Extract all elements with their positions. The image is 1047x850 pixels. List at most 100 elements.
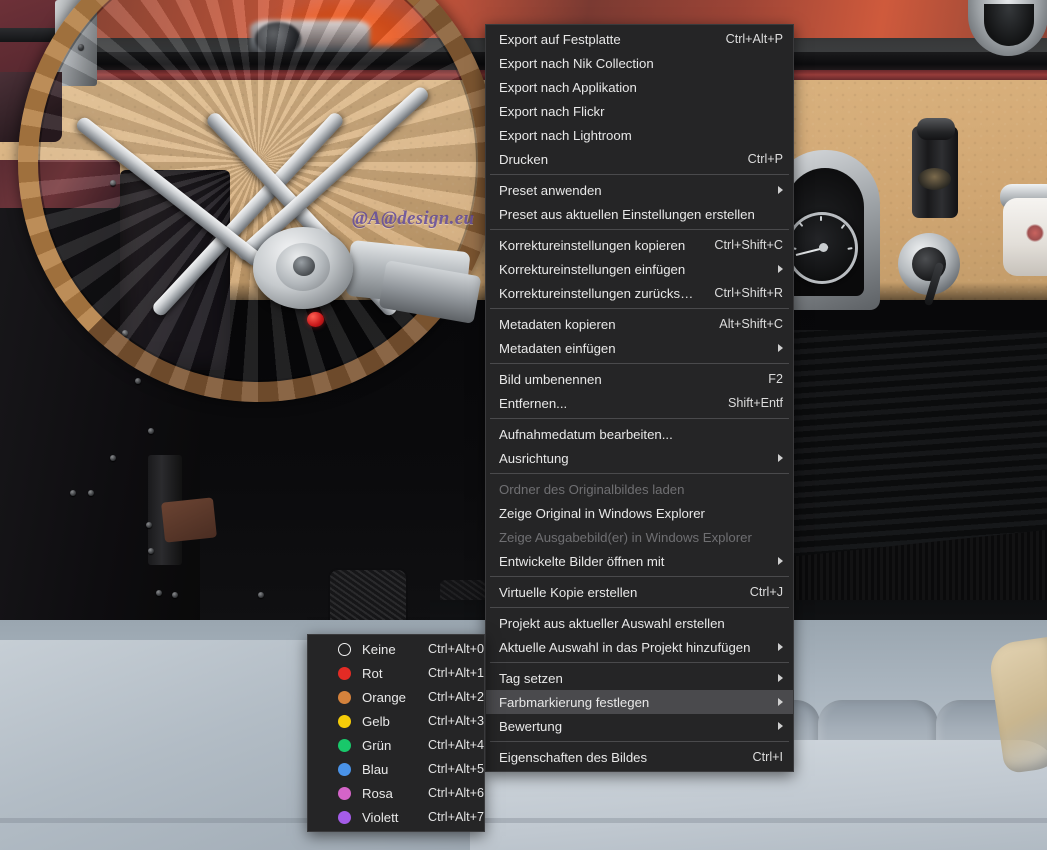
menu-item[interactable]: Preset anwenden: [486, 178, 793, 202]
menu-item-label: Export nach Flickr: [499, 103, 605, 119]
color-label-name: Keine: [362, 641, 396, 657]
context-menu[interactable]: Export auf Festplatte Ctrl+Alt+P Export na…: [485, 24, 794, 772]
menu-item[interactable]: Korrektureinstellungen zurücksetzen Ctrl+…: [486, 281, 793, 305]
menu-item-label: Eigenschaften des Bildes: [499, 749, 648, 765]
chevron-right-icon: [778, 186, 783, 194]
menu-item[interactable]: Aufnahmedatum bearbeiten...: [486, 422, 793, 446]
menu-item[interactable]: Entfernen... Shift+Entf: [486, 391, 793, 415]
menu-item[interactable]: Export auf Festplatte Ctrl+Alt+P: [486, 27, 793, 51]
menu-item[interactable]: Farbmarkierung festlegen: [486, 690, 793, 714]
color-dot-icon: [338, 810, 351, 824]
color-label-shortcut: Ctrl+Alt+0: [428, 642, 484, 656]
menu-separator: [490, 607, 789, 608]
screenshot-stage: @A@design.eu Export auf Festplatte Ctrl+A…: [0, 0, 1047, 850]
menu-item[interactable]: Korrektureinstellungen kopieren Ctrl+Shif…: [486, 233, 793, 257]
color-dot-icon: [338, 762, 351, 776]
color-label-submenu[interactable]: Keine Ctrl+Alt+0 Rot Ctrl+Alt+1 Orange Ctrl+A…: [307, 634, 485, 832]
menu-separator: [490, 308, 789, 309]
color-label-name: Rot: [362, 665, 383, 681]
gauge-tick: [820, 216, 822, 221]
menu-item[interactable]: Export nach Flickr: [486, 99, 793, 123]
color-label-item[interactable]: Rosa Ctrl+Alt+6: [308, 781, 484, 805]
menu-item-shortcut: Alt+Shift+C: [719, 317, 783, 331]
color-label-shortcut: Ctrl+Alt+3: [428, 714, 484, 728]
menu-item: Ordner des Originalbildes laden: [486, 477, 793, 501]
rivet: [148, 428, 154, 434]
menu-separator: [490, 741, 789, 742]
color-dot-icon: [338, 714, 351, 728]
menu-separator: [490, 662, 789, 663]
menu-separator: [490, 174, 789, 175]
steering-wheel-hub-core: [293, 256, 315, 276]
menu-item-label: Export nach Lightroom: [499, 127, 632, 143]
chevron-right-icon: [778, 454, 783, 462]
menu-separator: [490, 576, 789, 577]
menu-item[interactable]: Metadaten kopieren Alt+Shift+C: [486, 312, 793, 336]
menu-item-shortcut: Ctrl+Alt+P: [725, 32, 783, 46]
chevron-right-icon: [778, 698, 783, 706]
menu-item[interactable]: Projekt aus aktueller Auswahl erstellen: [486, 611, 793, 635]
color-dot-icon: [338, 738, 351, 752]
menu-item[interactable]: Preset aus aktuellen Einstellungen erste…: [486, 202, 793, 226]
menu-item[interactable]: Export nach Applikation: [486, 75, 793, 99]
color-label-item[interactable]: Gelb Ctrl+Alt+3: [308, 709, 484, 733]
menu-item[interactable]: Virtuelle Kopie erstellen Ctrl+J: [486, 580, 793, 604]
enamel-dial-marking: [1026, 224, 1044, 242]
rivet: [258, 592, 264, 598]
black-pull-knob-ring: [918, 168, 951, 190]
menu-item[interactable]: Drucken Ctrl+P: [486, 147, 793, 171]
menu-item[interactable]: Bewertung: [486, 714, 793, 738]
color-label-item[interactable]: Rot Ctrl+Alt+1: [308, 661, 484, 685]
color-dot-icon: [338, 786, 351, 800]
chevron-right-icon: [778, 722, 783, 730]
menu-item-label: Virtuelle Kopie erstellen: [499, 584, 638, 600]
color-label-shortcut: Ctrl+Alt+2: [428, 690, 484, 704]
menu-separator: [490, 229, 789, 230]
color-dot-icon: [338, 690, 351, 704]
chevron-right-icon: [778, 674, 783, 682]
menu-item: Zeige Ausgabebild(er) in Windows Explore…: [486, 525, 793, 549]
menu-item[interactable]: Aktuelle Auswahl in das Projekt hinzufüg…: [486, 635, 793, 659]
color-label-name: Gelb: [362, 713, 390, 729]
seat-seam: [0, 818, 1047, 823]
rivet: [156, 590, 162, 596]
color-label-item[interactable]: Orange Ctrl+Alt+2: [308, 685, 484, 709]
menu-item-label: Bewertung: [499, 718, 563, 734]
rivet: [172, 592, 178, 598]
rivet: [70, 490, 76, 496]
color-label-item[interactable]: Keine Ctrl+Alt+0: [308, 637, 484, 661]
menu-separator: [490, 418, 789, 419]
menu-item[interactable]: Tag setzen: [486, 666, 793, 690]
red-indicator-light: [307, 312, 324, 327]
color-label-shortcut: Ctrl+Alt+5: [428, 762, 484, 776]
rivet: [148, 548, 154, 554]
menu-item-shortcut: Shift+Entf: [728, 396, 783, 410]
gauge-needle-hub: [819, 243, 828, 252]
menu-item[interactable]: Entwickelte Bilder öffnen mit: [486, 549, 793, 573]
color-label-name: Rosa: [362, 785, 393, 801]
menu-item[interactable]: Zeige Original in Windows Explorer: [486, 501, 793, 525]
menu-item-label: Farbmarkierung festlegen: [499, 694, 650, 710]
rivet: [146, 522, 152, 528]
menu-item[interactable]: Ausrichtung: [486, 446, 793, 470]
leather-strap: [161, 497, 217, 543]
menu-item-shortcut: Ctrl+Shift+R: [714, 286, 783, 300]
rivet: [135, 378, 141, 384]
menu-item-label: Ordner des Originalbildes laden: [499, 481, 685, 497]
menu-item[interactable]: Eigenschaften des Bildes Ctrl+I: [486, 745, 793, 769]
color-label-item[interactable]: Grün Ctrl+Alt+4: [308, 733, 484, 757]
menu-item-label: Preset anwenden: [499, 182, 602, 198]
menu-item-label: Projekt aus aktueller Auswahl erstellen: [499, 615, 725, 631]
empty-circle-icon: [338, 642, 351, 656]
menu-item[interactable]: Export nach Nik Collection: [486, 51, 793, 75]
menu-item[interactable]: Export nach Lightroom: [486, 123, 793, 147]
black-pull-knob-head: [917, 118, 955, 140]
menu-item-label: Ausrichtung: [499, 450, 569, 466]
menu-item-label: Korrektureinstellungen einfügen: [499, 261, 686, 277]
color-label-item[interactable]: Blau Ctrl+Alt+5: [308, 757, 484, 781]
menu-item[interactable]: Korrektureinstellungen einfügen: [486, 257, 793, 281]
menu-item-shortcut: Ctrl+Shift+C: [714, 238, 783, 252]
color-label-item[interactable]: Violett Ctrl+Alt+7: [308, 805, 484, 829]
menu-item[interactable]: Bild umbenennen F2: [486, 367, 793, 391]
menu-item[interactable]: Metadaten einfügen: [486, 336, 793, 360]
